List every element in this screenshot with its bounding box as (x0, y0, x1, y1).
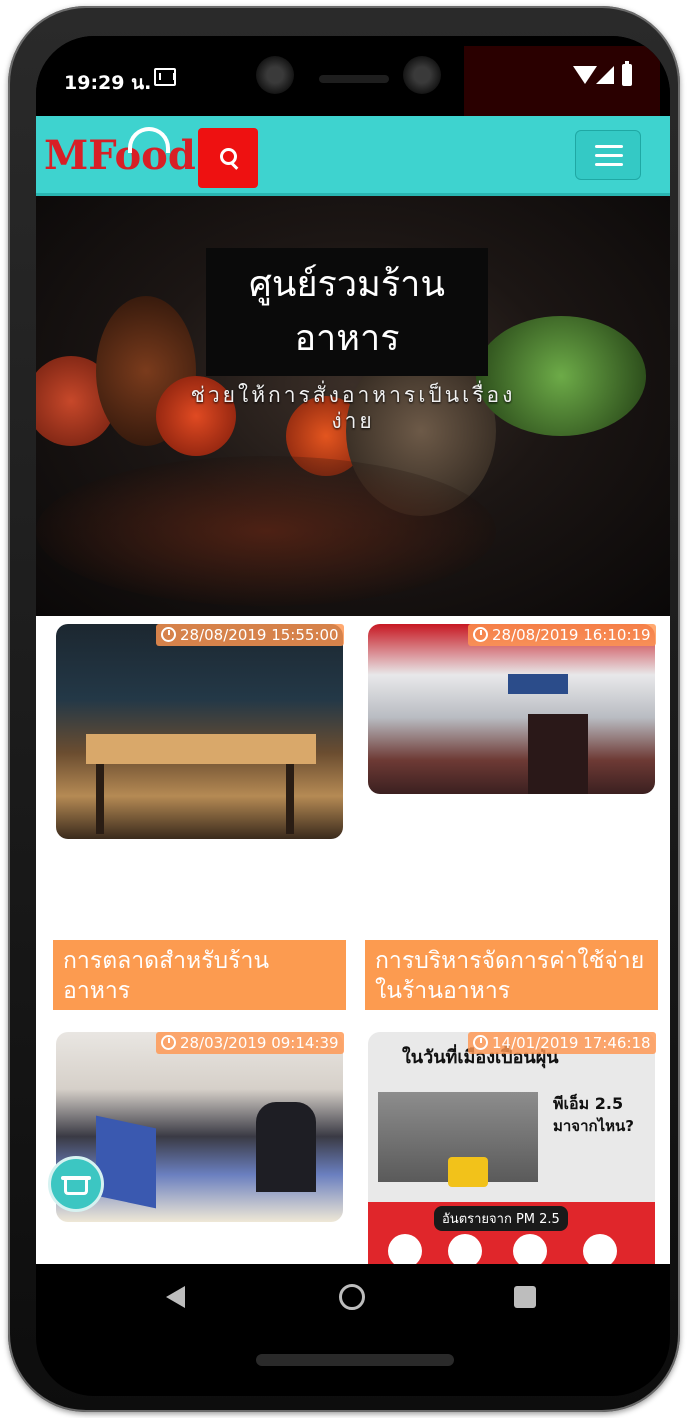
hamburger-menu-button[interactable] (575, 130, 641, 180)
phone-bezel: 19:29 น. MFood ศูนย์รวมร้านอาหาร ช่วยให้… (36, 36, 670, 1396)
message-icon (154, 68, 176, 86)
clock-icon (161, 627, 176, 642)
article-thumbnail[interactable] (56, 624, 343, 839)
home-icon[interactable] (339, 1284, 365, 1310)
basket-icon (64, 1179, 88, 1195)
hero-subtitle: ช่วยให้การสั่งอาหารเป็นเรื่องง่าย (190, 383, 516, 433)
top-navbar: MFood (36, 116, 670, 196)
poster-pm-question: มาจากไหน? (553, 1117, 634, 1135)
earpiece-speaker (319, 75, 389, 83)
logo-plate-icon (128, 127, 170, 153)
hamburger-menu-icon (595, 145, 623, 148)
hero-title: ศูนย์รวมร้านอาหาร (206, 248, 488, 376)
search-button[interactable] (198, 128, 258, 188)
front-camera-icon (256, 56, 294, 94)
signal-icon (596, 66, 614, 84)
clock-icon (473, 1035, 488, 1050)
article-date: 28/03/2019 09:14:39 (156, 1032, 344, 1054)
app-screen: MFood ศูนย์รวมร้านอาหาร ช่วยให้การสั่งอา… (36, 116, 670, 1264)
article-date: 14/01/2019 17:46:18 (468, 1032, 656, 1054)
article-title[interactable]: การตลาดสำหรับร้านอาหาร (53, 940, 346, 1010)
clock-icon (161, 1035, 176, 1050)
article-title[interactable]: การบริหารจัดการค่าใช้จ่ายในร้านอาหาร (365, 940, 658, 1010)
android-navigation-bar (36, 1264, 670, 1332)
article-date: 28/08/2019 16:10:19 (468, 624, 656, 646)
status-time: 19:29 น. (64, 72, 152, 94)
basket-button[interactable] (48, 1156, 104, 1212)
search-icon (220, 148, 237, 165)
article-date: 28/08/2019 15:55:00 (156, 624, 344, 646)
recent-apps-icon[interactable] (514, 1286, 536, 1308)
mfood-logo[interactable]: MFood (44, 132, 196, 179)
phone-frame: 19:29 น. MFood ศูนย์รวมร้านอาหาร ช่วยให้… (8, 6, 680, 1412)
back-icon[interactable] (166, 1286, 185, 1308)
poster-danger: อันตรายจาก PM 2.5 (434, 1206, 568, 1231)
wifi-icon (573, 66, 597, 84)
battery-icon (622, 61, 632, 86)
clock-icon (473, 627, 488, 642)
status-bar: 19:29 น. (36, 36, 670, 122)
article-thumbnail[interactable]: ในวันที่เมืองเปื้อนฝุ่น พีเอ็ม 2.5 มาจาก… (368, 1032, 655, 1264)
bottom-speaker (256, 1354, 454, 1366)
front-sensor-icon (403, 56, 441, 94)
article-thumbnail[interactable] (368, 624, 655, 794)
hero-banner: ศูนย์รวมร้านอาหาร ช่วยให้การสั่งอาหารเป็… (36, 196, 670, 616)
